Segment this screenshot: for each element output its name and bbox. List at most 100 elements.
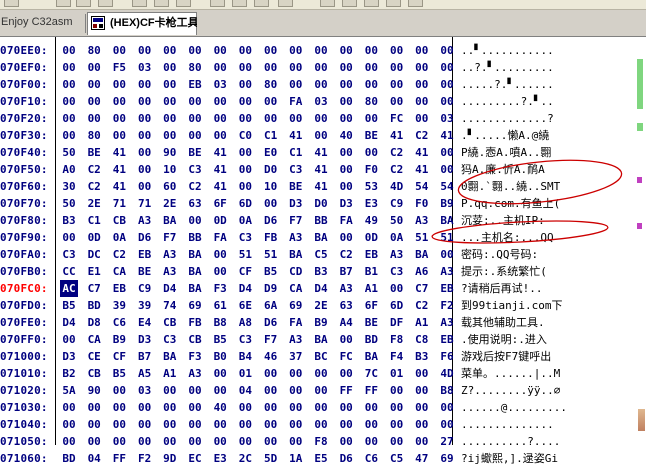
ascii-text[interactable]: .............. (461, 416, 637, 433)
hex-byte[interactable]: 53 (362, 178, 380, 195)
hex-byte[interactable]: 00 (362, 59, 380, 76)
hex-byte[interactable]: 00 (287, 365, 305, 382)
hex-byte[interactable]: 00 (337, 365, 355, 382)
hex-byte[interactable]: 6F (211, 195, 229, 212)
hex-byte[interactable]: 00 (211, 127, 229, 144)
hex-byte[interactable]: CD (287, 263, 305, 280)
hex-byte[interactable]: 0D (85, 229, 103, 246)
hex-byte[interactable]: 80 (85, 42, 103, 59)
hex-byte[interactable]: 00 (262, 382, 280, 399)
hex-byte[interactable]: 00 (262, 93, 280, 110)
hex-byte[interactable]: 00 (337, 331, 355, 348)
hex-byte[interactable]: A3 (337, 280, 355, 297)
hex-byte[interactable]: 41 (312, 161, 330, 178)
toolbar-button[interactable] (278, 0, 293, 7)
hex-byte[interactable]: 00 (161, 127, 179, 144)
hex-byte[interactable]: 00 (110, 416, 128, 433)
hex-byte[interactable]: 00 (136, 127, 154, 144)
ascii-text[interactable]: ?ij蠍熙,].逯姿Gi (461, 450, 637, 467)
hex-byte[interactable]: 10 (262, 178, 280, 195)
hex-byte[interactable]: A1 (362, 280, 380, 297)
hex-byte[interactable]: 00 (287, 42, 305, 59)
hex-byte[interactable]: 00 (337, 229, 355, 246)
hex-byte[interactable]: 00 (337, 144, 355, 161)
hex-byte[interactable]: 6E (236, 297, 254, 314)
toolbar-button[interactable] (210, 0, 225, 7)
hex-byte[interactable]: 6F (362, 297, 380, 314)
hex-byte[interactable]: C1 (262, 127, 280, 144)
hex-byte[interactable]: 7C (362, 365, 380, 382)
hex-byte[interactable]: FA (211, 229, 229, 246)
hex-byte[interactable]: A3 (161, 263, 179, 280)
hex-byte[interactable]: 54 (438, 178, 456, 195)
hex-byte[interactable]: 00 (110, 433, 128, 450)
hex-byte[interactable]: 00 (362, 399, 380, 416)
hex-byte[interactable]: 90 (85, 382, 103, 399)
hex-byte[interactable]: C3 (186, 161, 204, 178)
hex-byte[interactable]: 00 (211, 42, 229, 59)
hex-byte[interactable]: 00 (236, 93, 254, 110)
hex-byte[interactable]: BA (312, 229, 330, 246)
toolbar-button[interactable] (254, 0, 269, 7)
hex-byte[interactable]: 0A (388, 229, 406, 246)
ascii-text[interactable]: 到99tianji.com下 (461, 297, 637, 314)
hex-byte[interactable]: FF (110, 450, 128, 467)
hex-byte[interactable]: 00 (211, 59, 229, 76)
hex-byte[interactable]: C2 (388, 161, 406, 178)
hex-byte[interactable]: 00 (287, 59, 305, 76)
hex-byte[interactable]: 00 (388, 59, 406, 76)
hex-byte[interactable]: A3 (388, 246, 406, 263)
hex-byte[interactable]: 00 (413, 433, 431, 450)
hex-byte[interactable]: 41 (388, 127, 406, 144)
hex-byte[interactable]: 00 (211, 365, 229, 382)
hex-byte[interactable]: D4 (161, 280, 179, 297)
hex-byte[interactable]: BA (186, 246, 204, 263)
hex-byte[interactable]: CF (110, 348, 128, 365)
hex-byte[interactable]: 00 (186, 93, 204, 110)
toolbar-button[interactable] (342, 0, 357, 7)
hex-byte[interactable]: 00 (413, 42, 431, 59)
hex-byte[interactable]: B3 (60, 212, 78, 229)
hex-byte[interactable]: C2 (110, 246, 128, 263)
hex-byte[interactable]: 41 (211, 178, 229, 195)
hex-byte[interactable]: 00 (287, 416, 305, 433)
hex-row[interactable]: 070FA0: C3 DC C2 EB A3 BA 00 51 51 BA C5 C2 EB A3 BA 00 密… (0, 246, 646, 263)
hex-byte[interactable]: 00 (287, 110, 305, 127)
hex-row[interactable]: 070F00: 00 00 00 00 00 EB 03 00 80 00 00 00 00 00 00 00.… (0, 76, 646, 93)
hex-byte[interactable]: CB (110, 212, 128, 229)
hex-row[interactable]: 070FD0: B5 BD 39 39 74 69 61 6E 6A 69 2E 63 6F 6D C2 F2 到… (0, 297, 646, 314)
tab-hex-cf-tool[interactable]: (HEX)CF卡枪工具 (87, 12, 199, 35)
hex-byte[interactable]: 00 (236, 399, 254, 416)
hex-byte[interactable]: 00 (438, 144, 456, 161)
hex-byte[interactable]: D3 (60, 348, 78, 365)
hex-byte[interactable]: 54 (413, 178, 431, 195)
toolbar-button[interactable] (364, 0, 379, 7)
hex-byte[interactable]: 00 (110, 127, 128, 144)
hex-byte[interactable]: B3 (312, 263, 330, 280)
hex-byte[interactable]: BA (186, 263, 204, 280)
hex-byte[interactable]: 6D (236, 195, 254, 212)
hex-byte[interactable]: F2 (438, 297, 456, 314)
hex-byte[interactable]: EC (186, 450, 204, 467)
hex-byte[interactable]: B8 (211, 314, 229, 331)
hex-byte[interactable]: A5 (136, 365, 154, 382)
hex-byte[interactable]: A0 (60, 161, 78, 178)
ascii-text[interactable]: .............? (461, 110, 637, 127)
hex-byte[interactable]: 6A (262, 297, 280, 314)
hex-row[interactable]: 071000: D3 CE CF B7 BA F3 B0 B4 46 37 BC FC BA F4 B3 F6 游… (0, 348, 646, 365)
hex-byte[interactable]: 00 (236, 161, 254, 178)
ascii-text[interactable]: ......@......... (461, 399, 637, 416)
hex-byte[interactable]: 00 (136, 161, 154, 178)
hex-byte[interactable]: 00 (438, 93, 456, 110)
hex-byte[interactable]: 00 (236, 416, 254, 433)
hex-byte[interactable]: 00 (287, 433, 305, 450)
ascii-text[interactable]: Z?........ÿÿ..∅ (461, 382, 637, 399)
hex-byte[interactable]: 37 (287, 348, 305, 365)
hex-byte[interactable]: 41 (110, 178, 128, 195)
hex-byte[interactable]: 46 (262, 348, 280, 365)
hex-byte[interactable]: 00 (60, 76, 78, 93)
hex-byte[interactable]: 00 (161, 416, 179, 433)
hex-byte[interactable]: 1A (287, 450, 305, 467)
hex-byte[interactable]: C3 (60, 246, 78, 263)
toolbar-button[interactable] (154, 0, 169, 7)
